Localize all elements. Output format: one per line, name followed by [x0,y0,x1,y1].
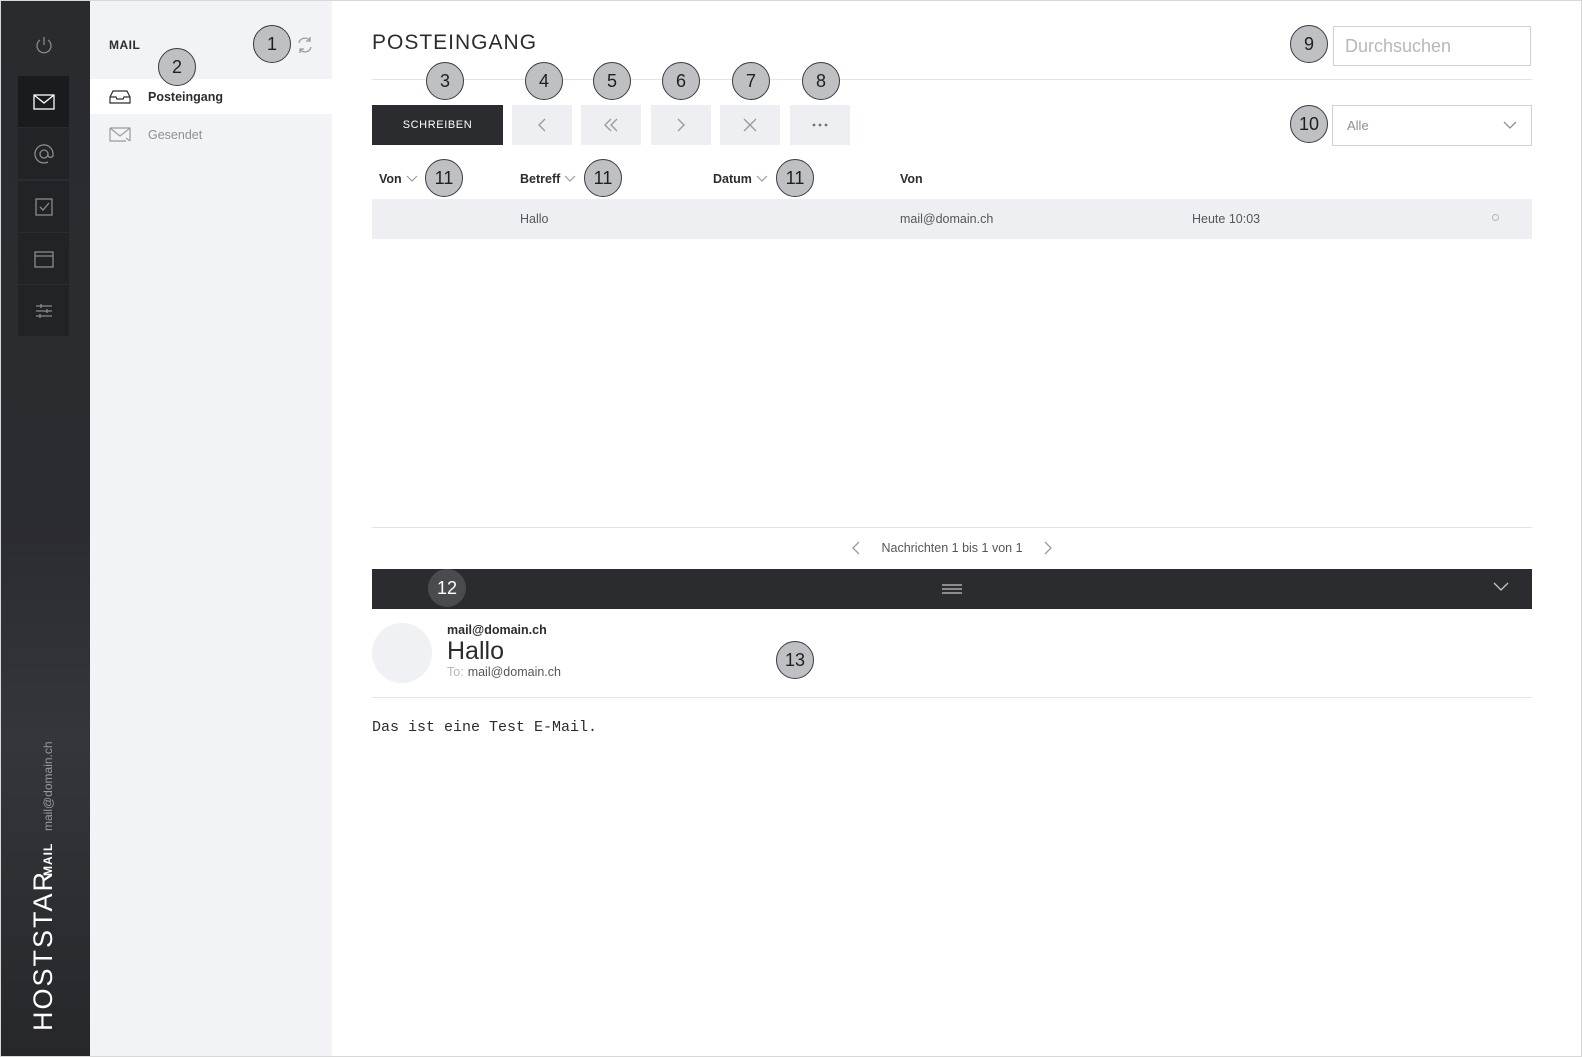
callout-badge: 11 [776,159,814,197]
search-input[interactable] [1333,26,1531,66]
refresh-icon [298,37,312,53]
callout-badge: 5 [593,62,631,100]
divider [372,527,1532,528]
drag-handle-icon[interactable] [942,583,962,595]
callout-badge: 11 [584,159,622,197]
callout-badge: 6 [662,62,700,100]
column-header-from[interactable]: Von [379,172,418,186]
callout-badge: 11 [425,159,463,197]
folder-panel: MAIL Posteingang Gesendet [90,1,332,1056]
sent-icon [109,126,131,142]
preview-subject: Hallo [447,637,504,665]
avatar [372,623,432,683]
pagination: Nachrichten 1 bis 1 von 1 [372,541,1532,555]
chevron-right-icon [677,118,685,132]
app-rail: mail@domain.ch MAIL HOSTSTAR [1,1,90,1056]
inbox-icon [109,89,131,104]
more-button[interactable] [790,105,850,145]
callout-badge: 2 [158,48,196,86]
next-page-icon[interactable] [1043,541,1053,555]
preview-sender: mail@domain.ch [447,623,547,637]
rail-tasks-button[interactable] [18,181,69,232]
callout-badge: 13 [776,641,814,679]
calendar-icon [33,250,54,268]
sort-chevron-icon [756,175,768,182]
collapse-chevron-icon[interactable] [1493,582,1509,592]
pager-text: Nachrichten 1 bis 1 von 1 [881,541,1023,555]
sort-chevron-icon [406,175,418,182]
table-row[interactable]: Hallo mail@domain.ch Heute 10:03 [372,199,1532,239]
callout-badge: 12 [428,569,466,607]
cell-subject: Hallo [520,212,549,226]
filter-value: Alle [1347,118,1369,133]
rail-calendar-button[interactable] [18,233,69,284]
callout-badge: 3 [426,62,464,100]
power-icon [35,36,52,53]
preview-splitter[interactable] [372,569,1532,609]
checkbox-icon [34,197,53,216]
rail-settings-button[interactable] [18,285,69,336]
sort-chevron-icon [564,175,576,182]
close-icon [743,118,757,132]
chevron-down-icon [1503,121,1517,129]
column-label: Von [900,172,923,186]
compose-button[interactable]: SCHREIBEN [372,105,503,145]
page-title: POSTEINGANG [372,31,538,54]
chevron-left-icon [538,118,546,132]
divider [372,697,1532,698]
folder-label: Gesendet [148,127,203,142]
sliders-icon [35,303,52,318]
unread-indicator[interactable] [1492,214,1499,221]
mail-icon [32,93,55,110]
column-header-subject[interactable]: Betreff [520,172,576,186]
folder-item-posteingang[interactable]: Posteingang [90,79,332,114]
at-icon [33,143,54,164]
more-icon [812,123,828,127]
rail-contacts-button[interactable] [18,128,69,179]
power-button[interactable] [18,19,69,70]
column-label: Betreff [520,172,561,186]
prev-page-icon[interactable] [851,541,861,555]
column-header-date[interactable]: Datum [713,172,768,186]
callout-badge: 1 [253,25,291,63]
rail-mail-button[interactable] [18,76,69,127]
preview-body: Das ist eine Test E-Mail. [372,719,598,736]
preview-recipient: To: mail@domain.ch [447,665,561,679]
callout-badge: 8 [802,62,840,100]
double-chevron-left-icon [604,118,618,132]
filter-select[interactable]: Alle [1332,105,1532,146]
cell-address: mail@domain.ch [900,212,994,226]
to-address: mail@domain.ch [467,665,561,679]
brand-logo: HOSTSTAR [28,869,58,1031]
refresh-button[interactable] [295,35,315,60]
callout-badge: 4 [525,62,563,100]
reply-all-button[interactable] [581,105,641,145]
column-label: Von [379,172,402,186]
delete-button[interactable] [720,105,780,145]
folders-title: MAIL [109,38,141,52]
column-header-address: Von [900,172,923,186]
column-label: Datum [713,172,752,186]
folder-label: Posteingang [148,89,224,104]
cell-date: Heute 10:03 [1192,212,1261,226]
callout-badge: 7 [732,62,770,100]
callout-badge: 10 [1290,105,1328,143]
callout-badge: 9 [1290,25,1328,63]
folder-item-gesendet[interactable]: Gesendet [90,117,332,152]
rail-user-address: mail@domain.ch [41,741,55,831]
to-label: To: [447,665,464,679]
forward-button[interactable] [651,105,711,145]
reply-button[interactable] [512,105,572,145]
